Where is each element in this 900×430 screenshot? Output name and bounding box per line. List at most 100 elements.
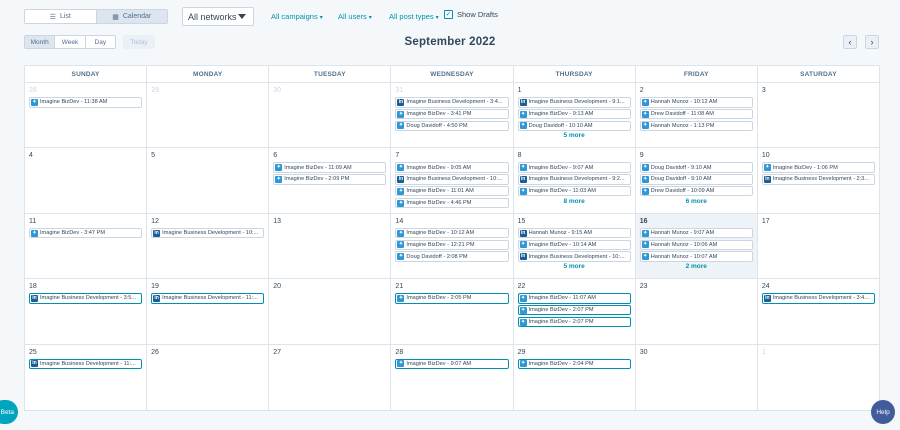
- day-cell[interactable]: 15 in Hannah Munoz - 9:15 AM ✦ Imagine BizDe…: [512, 213, 635, 279]
- day-cell[interactable]: 1 in Imagine Business Development - 9:1...…: [512, 83, 635, 148]
- post-types-filter[interactable]: All post types ▾: [389, 12, 439, 21]
- scheduled-post[interactable]: ✦ Imagine BizDev - 9:07 AM: [517, 162, 631, 173]
- scheduled-post[interactable]: ✦ Imagine BizDev - 11:09 AM: [273, 162, 387, 173]
- scheduled-post[interactable]: ✦ Imagine BizDev - 9:13 AM: [517, 108, 631, 120]
- scheduled-post[interactable]: ✦ Drew Davidoff - 10:09 AM: [639, 185, 753, 197]
- scheduled-post[interactable]: in Imagine Business Development - 3:4...: [761, 293, 875, 304]
- scheduled-post[interactable]: ✦ Imagine BizDev - 9:05 AM: [395, 162, 509, 173]
- scheduled-post[interactable]: ✦ Doug Davidoff - 9:10 AM: [639, 174, 753, 185]
- day-cell[interactable]: 4: [25, 148, 146, 212]
- scheduled-post[interactable]: in Imagine Business Development - 9:2...: [517, 174, 631, 185]
- day-cell-today[interactable]: 16 ✦ Hannah Munoz - 9:07 AM ✦ Hannah Munoz -…: [634, 213, 757, 279]
- day-cell[interactable]: 19 in Imagine Business Development - 11:..…: [146, 279, 268, 344]
- day-cell[interactable]: 7 ✦ Imagine BizDev - 9:05 AM in Imagine Busi…: [390, 148, 512, 213]
- campaigns-filter[interactable]: All campaigns ▾: [271, 12, 323, 21]
- post-list: in Imagine Business Development - 11:...: [151, 293, 265, 304]
- scheduled-post[interactable]: ✦ Hannah Munoz - 10:12 AM: [639, 97, 753, 108]
- day-cell[interactable]: 25 in Imagine Business Development - 11:..…: [25, 345, 146, 410]
- list-view-button[interactable]: ☰ List: [25, 10, 96, 23]
- scheduled-post[interactable]: ✦ Imagine BizDev - 2:07 PM: [517, 304, 631, 316]
- day-cell[interactable]: 30: [634, 344, 757, 410]
- day-cell[interactable]: 28 ✦ Imagine BizDev - 11:38 AM: [25, 83, 146, 147]
- beta-button[interactable]: Beta: [0, 400, 18, 424]
- scheduled-post[interactable]: in Hannah Munoz - 9:15 AM: [517, 227, 631, 239]
- scheduled-post[interactable]: in Imagine Business Development - 3:5...: [29, 293, 143, 304]
- scheduled-post[interactable]: in Imagine Business Development - 11:...: [151, 293, 265, 304]
- scheduled-post[interactable]: ✦ Imagine BizDev - 10:14 AM: [517, 239, 631, 251]
- scheduled-post[interactable]: in Imagine Business Development - 3:4...: [395, 97, 509, 108]
- day-cell[interactable]: 29 ✦ Imagine BizDev - 2:04 PM: [512, 344, 635, 410]
- scheduled-post[interactable]: in Imagine Business Development - 10:...: [395, 174, 509, 185]
- next-month-button[interactable]: ›: [865, 35, 879, 49]
- show-drafts-toggle[interactable]: ✓ Show Drafts: [444, 10, 498, 19]
- more-posts-link[interactable]: 2 more: [640, 263, 753, 270]
- scheduled-post[interactable]: ✦ Imagine BizDev - 11:38 AM: [29, 97, 143, 108]
- day-cell[interactable]: 20: [268, 279, 390, 344]
- day-cell[interactable]: 2 ✦ Hannah Munoz - 10:12 AM ✦ Drew Davidoff …: [634, 83, 757, 148]
- post-label: Hannah Munoz - 10:06 AM: [650, 241, 718, 248]
- scheduled-post[interactable]: ✦ Hannah Munoz - 10:06 AM: [639, 239, 753, 251]
- day-cell[interactable]: 22 ✦ Imagine BizDev - 11:07 AM ✦ Imagine Biz…: [512, 279, 635, 344]
- scheduled-post[interactable]: ✦ Imagine BizDev - 2:07 PM: [517, 316, 631, 328]
- scheduled-post[interactable]: ✦ Imagine BizDev - 4:46 PM: [395, 197, 509, 209]
- scheduled-post[interactable]: ✦ Imagine BizDev - 11:03 AM: [517, 185, 631, 197]
- scheduled-post[interactable]: ✦ Imagine BizDev - 3:47 PM: [29, 227, 143, 239]
- day-cell[interactable]: 6 ✦ Imagine BizDev - 11:09 AM ✦ Imagine BizD…: [268, 148, 390, 213]
- day-cell[interactable]: 13: [268, 213, 390, 279]
- scheduled-post[interactable]: ✦ Imagine BizDev - 2:05 PM: [395, 293, 509, 304]
- scheduled-post[interactable]: ✦ Imagine BizDev - 12:21 PM: [395, 239, 509, 251]
- day-cell[interactable]: 28 ✦ Imagine BizDev - 9:07 AM: [390, 344, 512, 410]
- day-cell[interactable]: 18 in Imagine Business Development - 3:5..…: [25, 279, 146, 343]
- scheduled-post[interactable]: in Imagine Business Development - 9:1...: [517, 97, 631, 108]
- day-cell[interactable]: 23: [634, 279, 757, 344]
- scheduled-post[interactable]: ✦ Imagine BizDev - 3:41 PM: [395, 108, 509, 120]
- day-cell[interactable]: 29: [146, 83, 268, 148]
- day-cell[interactable]: 11 ✦ Imagine BizDev - 3:47 PM: [25, 214, 146, 278]
- more-posts-link[interactable]: 5 more: [518, 263, 631, 270]
- scheduled-post[interactable]: ✦ Hannah Munoz - 10:07 AM: [639, 251, 753, 262]
- day-cell[interactable]: 10 ✦ Imagine BizDev - 1:06 PM in Imagine Bus…: [756, 148, 879, 213]
- scheduled-post[interactable]: ✦ Imagine BizDev - 2:09 PM: [273, 174, 387, 185]
- day-cell[interactable]: 31 in Imagine Business Development - 3:4..…: [390, 83, 512, 148]
- help-button[interactable]: Help: [871, 400, 895, 424]
- day-cell[interactable]: 9 ✦ Doug Davidoff - 9:10 AM ✦ Doug Davidoff …: [634, 148, 757, 213]
- scheduled-post[interactable]: ✦ Imagine BizDev - 11:01 AM: [395, 185, 509, 197]
- scheduled-post[interactable]: ✦ Doug Davidoff - 4:50 PM: [395, 120, 509, 132]
- scheduled-post[interactable]: in Imagine Business Development - 2:3...: [761, 174, 875, 185]
- scheduled-post[interactable]: in Imagine Business Development - 11:...: [29, 358, 143, 370]
- more-posts-link[interactable]: 5 more: [518, 132, 631, 139]
- day-number: 18: [29, 283, 37, 291]
- more-posts-link[interactable]: 6 more: [640, 198, 753, 205]
- day-cell[interactable]: 24 in Imagine Business Development - 3:4..…: [756, 279, 879, 344]
- scheduled-post[interactable]: ✦ Imagine BizDev - 11:07 AM: [517, 293, 631, 304]
- day-cell[interactable]: 8 ✦ Imagine BizDev - 9:07 AM in Imagine Busi…: [512, 148, 635, 213]
- day-cell[interactable]: 21 ✦ Imagine BizDev - 2:05 PM: [390, 279, 512, 344]
- scheduled-post[interactable]: ✦ Doug Davidoff - 2:08 PM: [395, 251, 509, 262]
- day-cell[interactable]: 27: [268, 344, 390, 410]
- day-cell[interactable]: 12 in Imagine Business Development - 10:..…: [146, 213, 268, 279]
- scheduled-post[interactable]: ✦ Imagine BizDev - 9:07 AM: [395, 358, 509, 370]
- scheduled-post[interactable]: ✦ Drew Davidoff - 11:08 AM: [639, 108, 753, 120]
- show-drafts-checkbox[interactable]: ✓: [444, 10, 453, 19]
- more-posts-link[interactable]: 8 more: [518, 198, 631, 205]
- day-cell[interactable]: 5: [146, 148, 268, 213]
- scheduled-post[interactable]: ✦ Hannah Munoz - 1:13 PM: [639, 120, 753, 132]
- calendar-view-button[interactable]: ▦ Calendar: [95, 10, 167, 23]
- scheduled-post[interactable]: ✦ Hannah Munoz - 9:07 AM: [639, 227, 753, 239]
- prev-month-button[interactable]: ‹: [843, 35, 857, 49]
- day-cell[interactable]: 26: [146, 344, 268, 410]
- scheduled-post[interactable]: ✦ Imagine BizDev - 10:12 AM: [395, 227, 509, 239]
- day-cell[interactable]: 1: [756, 344, 879, 410]
- scheduled-post[interactable]: in Imagine Business Development - 10:...: [517, 251, 631, 262]
- scheduled-post[interactable]: ✦ Imagine BizDev - 2:04 PM: [517, 358, 631, 370]
- scheduled-post[interactable]: ✦ Imagine BizDev - 1:06 PM: [761, 162, 875, 173]
- day-cell[interactable]: 17: [756, 213, 879, 279]
- day-cell[interactable]: 3: [756, 83, 879, 148]
- users-filter[interactable]: All users ▾: [338, 12, 372, 21]
- scheduled-post[interactable]: in Imagine Business Development - 10:...: [151, 227, 265, 239]
- scheduled-post[interactable]: ✦ Doug Davidoff - 9:10 AM: [639, 162, 753, 173]
- network-select[interactable]: All networks: [182, 7, 254, 26]
- day-cell[interactable]: 30: [268, 83, 390, 148]
- day-cell[interactable]: 14 ✦ Imagine BizDev - 10:12 AM ✦ Imagine Biz…: [390, 213, 512, 279]
- scheduled-post[interactable]: ✦ Doug Davidoff - 10:10 AM: [517, 120, 631, 132]
